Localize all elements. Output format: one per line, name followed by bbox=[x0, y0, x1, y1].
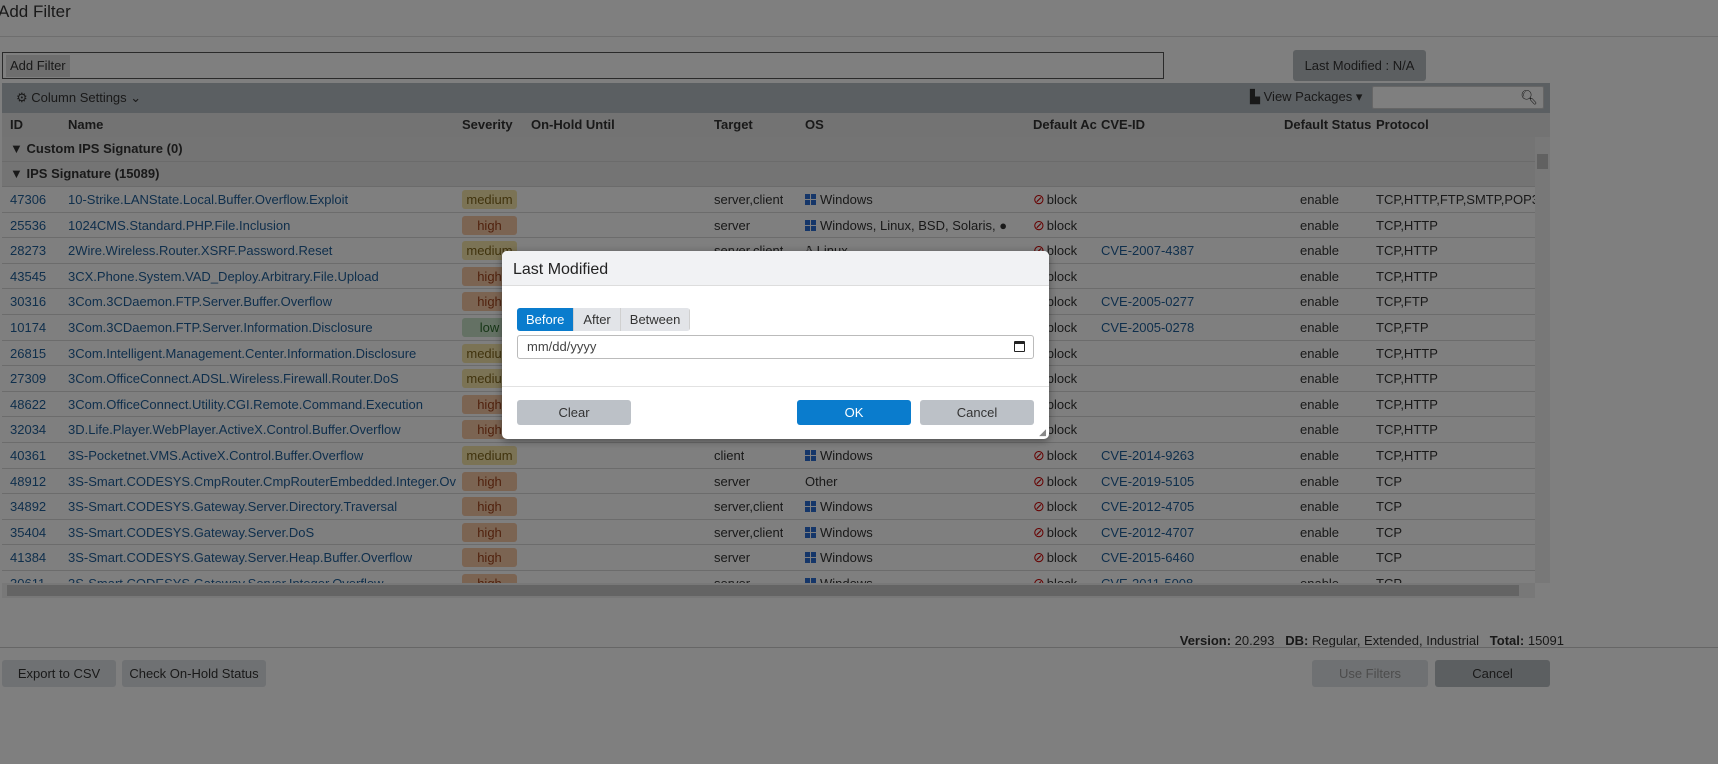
dialog-cancel-button[interactable]: Cancel bbox=[920, 400, 1034, 425]
clear-button[interactable]: Clear bbox=[517, 400, 631, 425]
divider bbox=[502, 386, 1049, 387]
last-modified-dialog: Last Modified Before After Between mm/dd… bbox=[502, 251, 1049, 439]
tab-after[interactable]: After bbox=[574, 308, 621, 331]
resize-handle-icon[interactable]: ◢ bbox=[1039, 427, 1046, 438]
dialog-title: Last Modified bbox=[502, 251, 1049, 286]
tab-between[interactable]: Between bbox=[621, 308, 691, 331]
date-input[interactable]: mm/dd/yyyy bbox=[517, 335, 1034, 359]
date-mode-tabs: Before After Between bbox=[517, 308, 691, 331]
date-placeholder: mm/dd/yyyy bbox=[527, 339, 597, 354]
ok-button[interactable]: OK bbox=[797, 400, 911, 425]
calendar-icon[interactable] bbox=[1014, 341, 1025, 352]
tab-before[interactable]: Before bbox=[517, 308, 575, 331]
